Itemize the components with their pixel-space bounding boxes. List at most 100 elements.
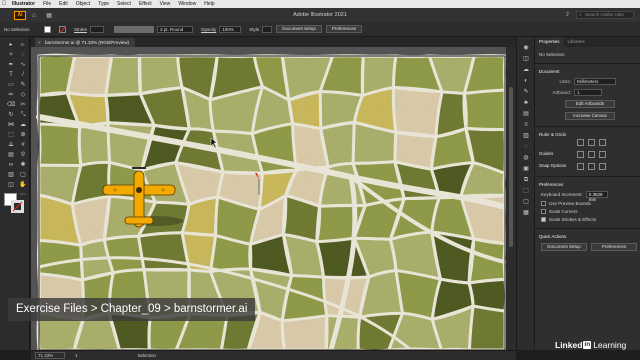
transform-panel-icon[interactable]: ⬚ <box>517 186 535 197</box>
share-icon[interactable]: ⇪ <box>565 11 570 18</box>
pen-icon[interactable]: ✒ <box>6 61 16 70</box>
gradient-panel-icon[interactable]: ▥ <box>517 131 535 142</box>
show-rulers-icon[interactable] <box>577 139 584 146</box>
magic-wand-icon[interactable]: ✧ <box>6 51 16 60</box>
apple-icon[interactable]:  <box>0 1 8 7</box>
zoom-level-select[interactable]: 71.33% <box>35 352 65 359</box>
artboards-panel-icon[interactable]: ▢ <box>517 197 535 208</box>
brushes-panel-icon[interactable]: ✎ <box>517 87 535 98</box>
menu-effect[interactable]: Effect <box>135 1 156 7</box>
symbol-sprayer-icon[interactable]: ✺ <box>18 161 28 170</box>
pencil-icon[interactable]: ✏ <box>6 91 16 100</box>
opacity-label[interactable]: Opacity <box>201 27 216 32</box>
checkbox-box[interactable] <box>541 209 546 214</box>
eyedropper-icon[interactable]: ⚲ <box>18 151 28 160</box>
align-panel-icon[interactable]: ▣ <box>517 164 535 175</box>
document-setup-button[interactable]: Document Setup <box>276 25 322 33</box>
show-grid-icon[interactable] <box>588 139 595 146</box>
variable-width-profile[interactable] <box>114 25 155 33</box>
transparency-panel-icon[interactable]: ◌ <box>517 142 535 153</box>
swatches-panel-icon[interactable]: ▦ <box>517 208 535 219</box>
qa-document-setup-button[interactable]: Document Setup <box>541 243 587 251</box>
arrange-documents-icon[interactable]: ▦ <box>46 12 52 19</box>
slice-icon[interactable]: ◫ <box>6 181 16 190</box>
shaper-icon[interactable]: ◇ <box>18 91 28 100</box>
lock-guides-icon[interactable] <box>588 151 595 158</box>
appearance-panel-icon[interactable]: ◍ <box>517 153 535 164</box>
menu-help[interactable]: Help <box>200 1 218 7</box>
menu-edit[interactable]: Edit <box>55 1 72 7</box>
artboard-icon[interactable]: ▢ <box>18 171 28 180</box>
checkbox-box[interactable] <box>541 201 546 206</box>
page-number[interactable]: 1 <box>75 353 78 358</box>
menu-file[interactable]: File <box>39 1 55 7</box>
selection-icon[interactable]: ▸ <box>6 41 16 50</box>
width-icon[interactable]: ⋈ <box>6 121 16 130</box>
scale-icon[interactable]: ⤡ <box>18 111 28 120</box>
increase-canvas-button[interactable]: Increase Canvas <box>565 112 615 120</box>
menu-view[interactable]: View <box>156 1 175 7</box>
rotate-icon[interactable]: ↻ <box>6 111 16 120</box>
graphic-styles-panel-icon[interactable]: ▤ <box>517 109 535 120</box>
scale-corners-checkbox[interactable]: Scale Corners <box>541 209 640 214</box>
menu-select[interactable]: Select <box>113 1 135 7</box>
free-transform-icon[interactable]: ⬚ <box>6 131 16 140</box>
canvas-vertical-scrollbar[interactable] <box>506 47 516 350</box>
direct-selection-icon[interactable]: ▹ <box>18 41 28 50</box>
opacity-field[interactable]: 100% <box>219 25 242 33</box>
preferences-button[interactable]: Preferences <box>325 25 363 33</box>
units-select[interactable]: Millimeters <box>574 78 616 85</box>
brush-definition-select[interactable]: 3 pt. Round <box>157 25 194 33</box>
stroke-box[interactable] <box>11 200 24 213</box>
type-icon[interactable]: T <box>6 71 16 80</box>
mesh-icon[interactable]: # <box>18 141 28 150</box>
blend-icon[interactable]: ∞ <box>6 161 16 170</box>
home-icon[interactable]: ⌂ <box>32 12 36 19</box>
lasso-icon[interactable]: ◌ <box>18 51 28 60</box>
graph-icon[interactable]: ▥ <box>6 171 16 180</box>
layers-panel-icon[interactable]: ◫ <box>517 54 535 65</box>
symbols-panel-icon[interactable]: ♣ <box>517 98 535 109</box>
artboard-select[interactable]: 1 <box>574 89 602 96</box>
stroke-weight-field[interactable] <box>90 25 105 33</box>
gradient-icon[interactable]: ▤ <box>6 151 16 160</box>
scale-strokes-checkbox[interactable]: Scale Strokes & Effects <box>541 217 640 222</box>
pathfinder-panel-icon[interactable]: ⧉ <box>517 175 535 186</box>
menu-object[interactable]: Object <box>72 1 94 7</box>
close-tab-icon[interactable]: × <box>38 38 41 47</box>
document-tab[interactable]: × barnstormer.ai @ 71.33% (RGB/Preview) <box>35 38 136 47</box>
show-guides-icon[interactable] <box>577 151 584 158</box>
tab-properties[interactable]: Properties <box>535 37 564 47</box>
snap-to-grid-icon[interactable] <box>599 163 606 170</box>
rectangle-icon[interactable]: ▭ <box>6 81 16 90</box>
line-icon[interactable]: / <box>18 71 28 80</box>
warp-icon[interactable]: ☁ <box>18 121 28 130</box>
fill-stroke-widget[interactable] <box>4 193 26 215</box>
snap-to-pixel-icon[interactable] <box>588 163 595 170</box>
properties-panel-icon[interactable]: ◉ <box>517 43 535 54</box>
menu-illustrator[interactable]: Illustrator <box>8 1 39 7</box>
eraser-icon[interactable]: ⌫ <box>6 101 16 110</box>
help-search-input[interactable]: ⌕ Search Adobe Help <box>576 11 634 19</box>
stroke-swatch[interactable] <box>59 25 66 33</box>
paintbrush-icon[interactable]: ✎ <box>18 81 28 90</box>
curvature-icon[interactable]: ∿ <box>18 61 28 70</box>
style-swatch[interactable] <box>262 25 273 33</box>
smart-guides-icon[interactable] <box>599 151 606 158</box>
menu-type[interactable]: Type <box>94 1 113 7</box>
stroke-label[interactable]: Stroke <box>74 27 87 32</box>
fill-swatch[interactable] <box>44 25 51 33</box>
edit-artboards-button[interactable]: Edit Artboards <box>565 100 615 108</box>
current-tool-status[interactable]: Selection <box>138 353 157 358</box>
libraries-panel-icon[interactable]: ☁ <box>517 65 535 76</box>
hand-icon[interactable]: ✋ <box>18 181 28 190</box>
color-panel-icon[interactable]: ◐ <box>517 76 535 87</box>
use-preview-bounds-checkbox[interactable]: Use Preview Bounds <box>541 201 640 206</box>
shape-builder-icon[interactable]: ⊕ <box>18 131 28 140</box>
stroke-panel-icon[interactable]: ≡ <box>517 120 535 131</box>
transparency-grid-icon[interactable] <box>599 139 606 146</box>
scrollbar-thumb[interactable] <box>509 87 513 247</box>
menu-window[interactable]: Window <box>174 1 200 7</box>
tab-libraries[interactable]: Libraries <box>564 37 589 47</box>
keyboard-increment-input[interactable]: 0.3528 mm <box>585 191 608 202</box>
